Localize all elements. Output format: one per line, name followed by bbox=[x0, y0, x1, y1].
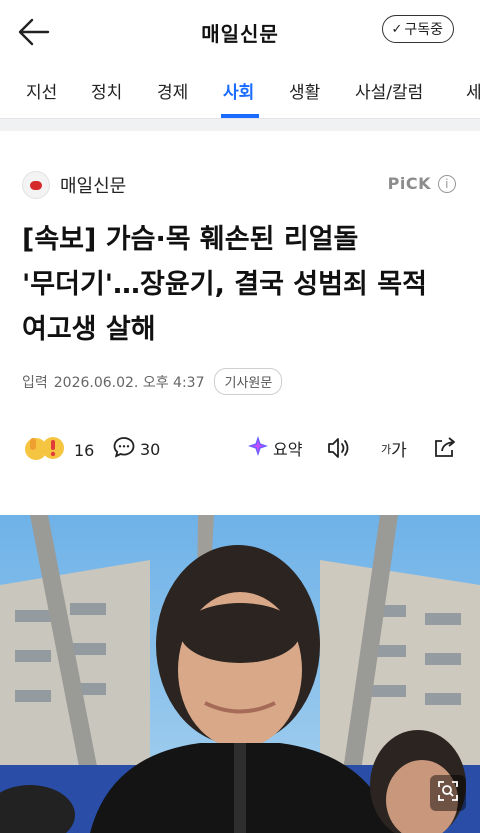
article-photo[interactable] bbox=[0, 515, 480, 833]
font-size-button[interactable]: 가 가 bbox=[381, 436, 407, 461]
speaker-icon bbox=[326, 436, 352, 464]
top-bar: 매일신문 ✓ 구독중 bbox=[0, 0, 480, 62]
tab-editorial[interactable]: 사설/칼럼 bbox=[355, 78, 423, 103]
section-tabs: 지선 정치 경제 사회 생활 사설/칼럼 세 bbox=[0, 62, 480, 118]
pick-badge[interactable]: PiCK i bbox=[388, 174, 456, 193]
action-bar: 16 30 요약 가 가 bbox=[0, 430, 480, 466]
comment-count: 30 bbox=[140, 439, 161, 459]
press-logo-icon bbox=[22, 171, 50, 199]
press-info[interactable]: 매일신문 bbox=[22, 171, 126, 199]
share-button[interactable] bbox=[432, 435, 458, 463]
subscribe-label: 구독중 bbox=[404, 22, 443, 38]
sparkle-icon bbox=[247, 435, 269, 461]
comment-button[interactable]: 30 bbox=[112, 435, 160, 463]
subscribe-button[interactable]: ✓ 구독중 bbox=[382, 15, 454, 43]
tab-local-election[interactable]: 지선 bbox=[26, 78, 57, 103]
section-divider bbox=[0, 118, 480, 131]
publish-date: 2026.06.02. 오후 4:37 bbox=[53, 374, 205, 391]
tab-politics[interactable]: 정치 bbox=[91, 78, 122, 103]
comment-icon bbox=[112, 435, 136, 463]
tab-society[interactable]: 사회 bbox=[223, 78, 254, 103]
text-to-speech-button[interactable] bbox=[326, 436, 352, 464]
article-meta: 입력 2026.06.02. 오후 4:37 기사원문 bbox=[22, 368, 283, 395]
tab-life[interactable]: 생활 bbox=[289, 78, 320, 103]
tab-world[interactable]: 세 bbox=[466, 78, 480, 103]
font-size-small-label: 가 bbox=[381, 442, 392, 456]
date-label: 입력 bbox=[22, 374, 48, 391]
press-name: 매일신문 bbox=[60, 176, 127, 197]
share-icon bbox=[432, 435, 458, 463]
check-icon: ✓ bbox=[391, 21, 403, 37]
summary-button[interactable]: 요약 bbox=[247, 435, 302, 461]
original-article-button[interactable]: 기사원문 bbox=[214, 368, 283, 395]
info-icon: i bbox=[438, 174, 456, 193]
reaction-button[interactable]: 16 bbox=[22, 434, 94, 466]
tab-economy[interactable]: 경제 bbox=[157, 78, 188, 103]
summary-label: 요약 bbox=[273, 440, 303, 459]
magnifier-icon bbox=[437, 780, 459, 806]
zoom-button[interactable] bbox=[430, 775, 466, 811]
article-headline: [속보] 가슴·목 훼손된 리얼돌 '무더기'…장윤기, 결국 성범죄 목적 여… bbox=[22, 224, 427, 345]
font-size-large-label: 가 bbox=[391, 441, 407, 461]
reaction-count: 16 bbox=[74, 440, 95, 460]
pick-label: PiCK bbox=[387, 174, 431, 193]
reaction-emoji-icon bbox=[22, 434, 68, 466]
